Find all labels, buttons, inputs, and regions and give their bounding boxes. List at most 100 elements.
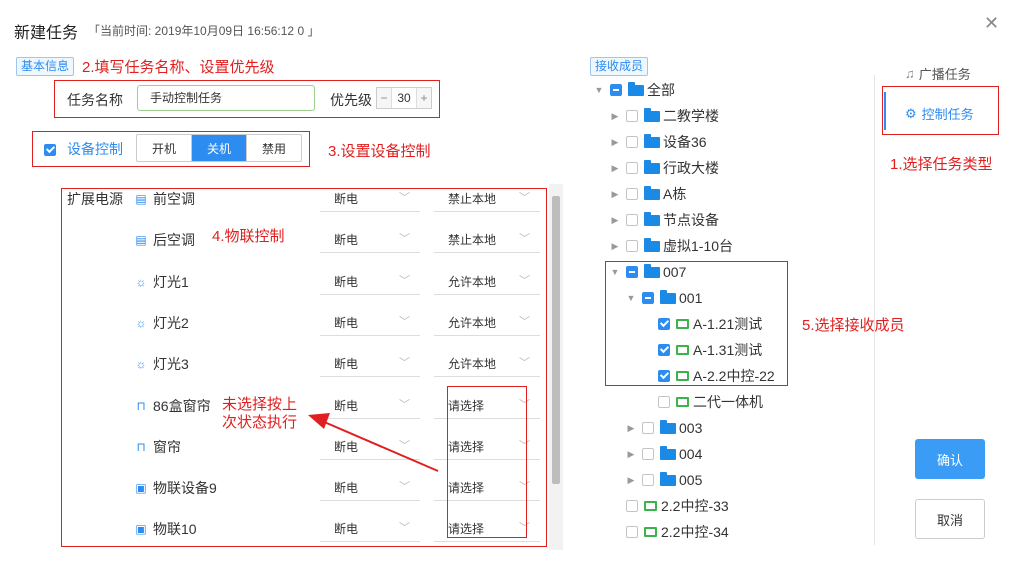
tree-node-checkbox[interactable] xyxy=(626,188,638,200)
power-select[interactable]: 断电 ﹀ xyxy=(320,184,420,212)
device-row: ▤ 后空调 断电 ﹀ 禁止本地 ﹀ xyxy=(62,225,542,266)
tree-node[interactable]: 2.2中控-33 xyxy=(608,493,729,519)
tree-node[interactable]: ▶ 004 xyxy=(624,441,702,467)
device-control-segment[interactable]: 开机 关机 禁用 xyxy=(136,134,302,162)
tree-node-checkbox[interactable] xyxy=(610,84,622,96)
tree-node-checkbox[interactable] xyxy=(626,110,638,122)
device-control-option[interactable]: 禁用 xyxy=(247,135,301,161)
tree-node-checkbox[interactable] xyxy=(642,448,654,460)
local-control-select[interactable]: 禁止本地 ﹀ xyxy=(434,184,540,212)
task-name-input[interactable]: 手动控制任务 xyxy=(137,85,315,111)
chevron-down-icon: ﹀ xyxy=(399,233,410,246)
caret-right-icon[interactable]: ▶ xyxy=(608,111,622,122)
device-name-label: 物联设备9 xyxy=(153,480,217,497)
caret-right-icon[interactable]: ▶ xyxy=(608,215,622,226)
power-select[interactable]: 断电 ﹀ xyxy=(320,308,420,336)
annotation-note-line1: 未选择按上 xyxy=(222,396,298,413)
tree-node-label: 全部 xyxy=(647,82,675,98)
device-name: ⊓ 窗帘 xyxy=(134,437,181,457)
power-select[interactable]: 断电 ﹀ xyxy=(320,225,420,254)
power-select-value: 断电 xyxy=(334,357,359,372)
tree-node-label: A栋 xyxy=(663,186,687,202)
device-control-option[interactable]: 开机 xyxy=(137,135,192,161)
device-control-checkbox[interactable] xyxy=(44,141,56,159)
tree-node-checkbox[interactable] xyxy=(626,162,638,174)
caret-right-icon[interactable]: ▶ xyxy=(624,449,638,460)
folder-icon xyxy=(628,81,644,96)
tree-node[interactable]: 2.2中控-34 xyxy=(608,519,729,545)
iot-device-icon: ▣ xyxy=(135,522,147,537)
basic-info-tag: 基本信息 xyxy=(16,57,75,76)
light-icon: ☼ xyxy=(135,315,147,330)
power-select-value: 断电 xyxy=(334,481,359,496)
tree-node[interactable]: ▶ 二教学楼 xyxy=(608,103,719,129)
folder-icon xyxy=(660,419,676,434)
power-select-value: 断电 xyxy=(334,315,359,330)
scrollbar-thumb[interactable] xyxy=(552,196,560,484)
priority-stepper[interactable]: − 30 + xyxy=(376,87,432,109)
device-name-label: 前空调 xyxy=(153,191,195,207)
tree-node[interactable]: ▶ A栋 xyxy=(608,181,686,207)
local-control-select-value: 允许本地 xyxy=(448,357,497,372)
tab-control-task[interactable]: ⚙ 控制任务 xyxy=(905,104,974,123)
local-control-select[interactable]: 允许本地 ﹀ xyxy=(434,267,540,295)
folder-icon xyxy=(644,237,660,252)
tree-node-checkbox[interactable] xyxy=(626,240,638,252)
tree-node-checkbox[interactable] xyxy=(626,214,638,226)
tree-node[interactable]: ▼ 全部 xyxy=(592,77,675,103)
caret-down-icon[interactable]: ▼ xyxy=(592,85,606,95)
caret-right-icon[interactable]: ▶ xyxy=(624,423,638,434)
tree-node-checkbox[interactable] xyxy=(642,474,654,486)
chevron-down-icon: ﹀ xyxy=(399,192,410,204)
tree-node-checkbox[interactable] xyxy=(626,500,638,512)
tab-broadcast-task[interactable]: ♫ 广播任务 xyxy=(905,64,971,83)
tree-node[interactable]: ▶ 设备36 xyxy=(608,129,707,155)
caret-right-icon[interactable]: ▶ xyxy=(608,163,622,174)
tab-control-label: 控制任务 xyxy=(921,107,974,122)
tree-node-checkbox[interactable] xyxy=(626,526,638,538)
confirm-button[interactable]: 确认 xyxy=(915,439,985,479)
annotation-3: 3.设置设备控制 xyxy=(328,143,431,160)
device-name: ⊓ 86盒窗帘 xyxy=(134,396,210,416)
tree-node-checkbox[interactable] xyxy=(642,422,654,434)
tree-node-label: 虚拟1-10台 xyxy=(663,238,734,254)
tree-node[interactable]: ▶ 003 xyxy=(624,415,702,441)
tree-node-label: 二代一体机 xyxy=(693,394,763,410)
device-name: ▤ 后空调 xyxy=(134,230,195,250)
annotation-1: 1.选择任务类型 xyxy=(890,156,993,173)
local-control-select[interactable]: 禁止本地 ﹀ xyxy=(434,225,540,254)
local-control-select[interactable]: 允许本地 ﹀ xyxy=(434,349,540,378)
tree-node-checkbox[interactable] xyxy=(658,396,670,408)
tree-node[interactable]: ▶ 虚拟1-10台 xyxy=(608,233,733,259)
local-control-select[interactable]: 允许本地 ﹀ xyxy=(434,308,540,336)
annotation-note-line2: 次状态执行 xyxy=(222,414,298,431)
tree-node[interactable]: 二代一体机 xyxy=(640,389,763,415)
power-select[interactable]: 断电 ﹀ xyxy=(320,267,420,295)
annotation-5: 5.选择接收成员 xyxy=(802,317,905,334)
priority-plus-button[interactable]: + xyxy=(417,88,431,108)
caret-right-icon[interactable]: ▶ xyxy=(608,189,622,200)
caret-right-icon[interactable]: ▶ xyxy=(608,241,622,252)
device-name: ☼ 灯光1 xyxy=(134,272,189,292)
tree-node[interactable]: ▶ 行政大楼 xyxy=(608,155,719,181)
priority-minus-button[interactable]: − xyxy=(377,88,391,108)
priority-value[interactable]: 30 xyxy=(391,88,417,108)
power-select[interactable]: 断电 ﹀ xyxy=(320,514,420,543)
tree-node-label: 二教学楼 xyxy=(663,108,719,124)
folder-icon xyxy=(644,159,660,174)
chevron-down-icon: ﹀ xyxy=(399,481,410,494)
caret-right-icon[interactable]: ▶ xyxy=(608,137,622,148)
caret-right-icon[interactable]: ▶ xyxy=(624,475,638,486)
power-select[interactable]: 断电 ﹀ xyxy=(320,473,420,502)
chevron-down-icon: ﹀ xyxy=(399,522,410,535)
device-control-option[interactable]: 关机 xyxy=(192,135,247,161)
tree-node-checkbox[interactable] xyxy=(626,136,638,148)
power-select[interactable]: 断电 ﹀ xyxy=(320,349,420,378)
tree-node[interactable]: ▶ 005 xyxy=(624,467,702,493)
cancel-button[interactable]: 取消 xyxy=(915,499,985,539)
close-icon[interactable]: ✕ xyxy=(984,14,999,32)
air-conditioner-icon: ▤ xyxy=(135,233,147,248)
tree-node[interactable]: ▶ 节点设备 xyxy=(608,207,719,233)
iot-device-icon: ▣ xyxy=(135,481,147,496)
priority-label: 优先级 xyxy=(330,92,372,108)
